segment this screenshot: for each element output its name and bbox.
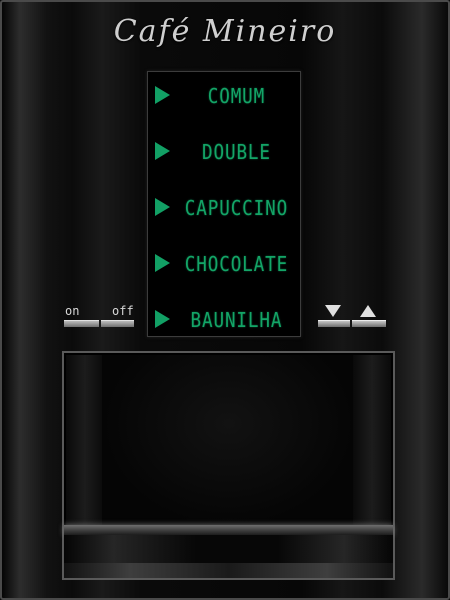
menu-item-label: DOUBLE — [202, 140, 271, 164]
app-title: Café Mineiro — [113, 14, 337, 49]
menu-item-label: CHOCOLATE — [184, 252, 289, 276]
off-label: off — [112, 304, 134, 318]
menu-item-label: COMUM — [207, 84, 266, 108]
dispenser-back-wall — [102, 355, 355, 527]
menu-item-label: BAUNILHA — [190, 308, 283, 332]
drip-tray-base — [64, 535, 393, 563]
menu-item-double[interactable]: DOUBLE — [148, 135, 302, 165]
menu-item-comum[interactable]: COMUM — [148, 79, 302, 109]
dispenser-right-wall — [353, 355, 391, 527]
menu-item-baunilha[interactable]: BAUNILHA — [148, 303, 302, 333]
power-on-button[interactable] — [64, 320, 99, 327]
menu-item-label: CAPUCCINO — [184, 196, 289, 220]
menu-item-chocolate[interactable]: CHOCOLATE — [148, 247, 302, 277]
dispenser-left-wall — [66, 355, 104, 527]
scroll-up-bar[interactable] — [352, 320, 386, 327]
cup-dispenser-area — [62, 351, 395, 580]
triangle-down-icon — [325, 305, 341, 317]
on-label: on — [65, 304, 80, 318]
menu-item-capuccino[interactable]: CAPUCCINO — [148, 191, 302, 221]
drip-tray — [64, 525, 393, 535]
menu-display: COMUM DOUBLE CAPUCCINO CHOCOLATE BAUNILH… — [147, 71, 301, 337]
coffee-machine-panel: Café Mineiro COMUM DOUBLE CAPUCCINO CHOC… — [0, 0, 450, 600]
scroll-down-bar[interactable] — [318, 320, 350, 327]
dispenser-bottom — [64, 563, 393, 578]
triangle-up-icon — [360, 305, 376, 317]
power-off-button[interactable] — [101, 320, 134, 327]
